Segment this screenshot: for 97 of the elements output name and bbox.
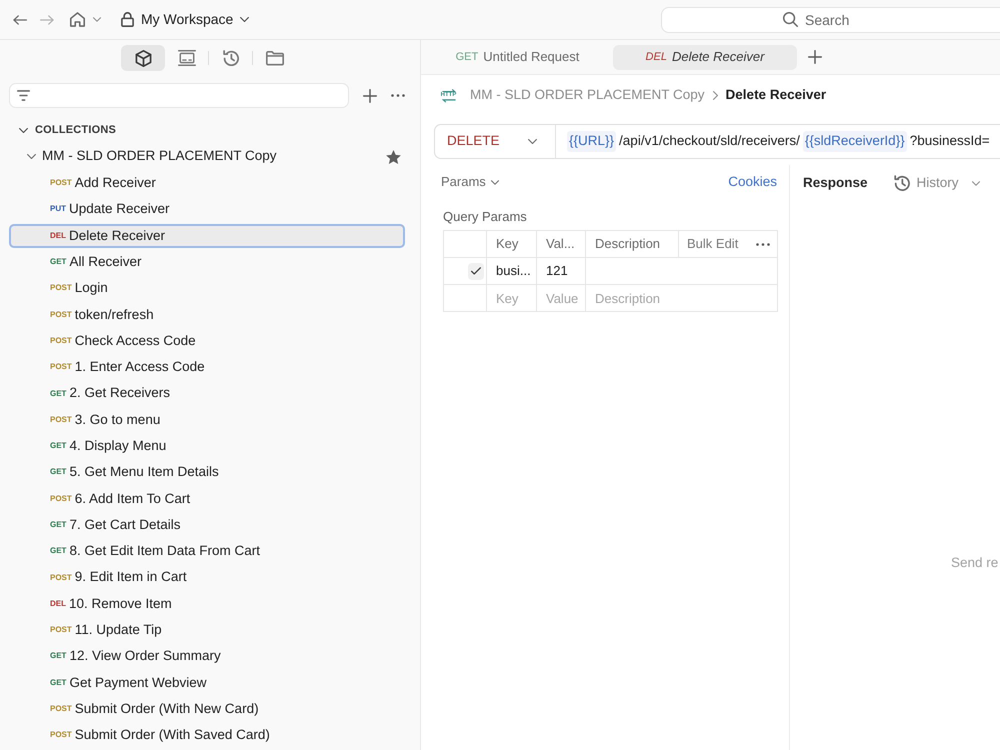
cookies-link[interactable]: Cookies: [728, 172, 777, 192]
method-label: POST: [50, 363, 72, 372]
method-label: GET: [50, 258, 66, 266]
method-label: DEL: [646, 50, 667, 65]
checkbox[interactable]: [468, 262, 484, 280]
request-tab[interactable]: GET Untitled Request: [429, 44, 606, 70]
method-text: DELETE: [447, 132, 500, 150]
method-label: GET: [50, 652, 66, 660]
method-label: GET: [456, 50, 478, 65]
search-field[interactable]: Search: [661, 6, 1000, 32]
request-item[interactable]: POST 3. Go to menu: [9, 408, 405, 432]
column-header: Description: [595, 235, 660, 254]
method-label: POST: [50, 494, 72, 503]
folder-icon[interactable]: [266, 50, 284, 66]
request-title: Delete Receiver: [726, 86, 826, 104]
chevron-down-icon[interactable]: [27, 154, 36, 159]
chevron-right-icon: [712, 91, 718, 100]
request-item[interactable]: GET All Receiver: [9, 250, 405, 274]
request-item[interactable]: POST Login: [9, 276, 405, 300]
lock-icon: [121, 12, 134, 27]
empty-state-text: Send re: [951, 555, 998, 570]
url-text: ?businessId=: [910, 132, 990, 150]
ellipsis-icon[interactable]: [391, 94, 405, 97]
cube-icon[interactable]: [134, 50, 152, 66]
request-item[interactable]: DEL 10. Remove Item: [9, 592, 405, 616]
column-header: Val...: [546, 235, 575, 254]
method-label: GET: [50, 390, 66, 398]
url-text: /api/v1/checkout/sld/receivers/: [619, 132, 800, 150]
ellipsis-icon[interactable]: [756, 242, 770, 246]
method-label: POST: [50, 284, 72, 292]
filter-field[interactable]: [9, 83, 349, 108]
back-arrow-icon[interactable]: [13, 14, 27, 24]
check-icon: [471, 267, 481, 275]
value-input[interactable]: Value: [537, 285, 585, 311]
key-input[interactable]: Key: [487, 285, 536, 311]
plus-icon[interactable]: [363, 88, 377, 102]
chevron-down-icon: [240, 17, 250, 22]
params-menu[interactable]: Params: [441, 172, 499, 192]
url-variable[interactable]: {{sldReceiverId}}: [802, 131, 907, 152]
method-label: GET: [50, 678, 66, 687]
method-label: POST: [50, 179, 72, 188]
request-item[interactable]: GET Get Payment Webview: [9, 670, 405, 695]
request-item[interactable]: POST Submit Order (With Saved Card): [9, 723, 405, 748]
method-label: DEL: [50, 232, 66, 240]
chevron-down-icon: [490, 180, 499, 184]
request-item[interactable]: GET 2. Get Receivers: [9, 382, 405, 406]
response-heading: Response: [803, 174, 868, 192]
method-label: POST: [50, 336, 72, 345]
request-item[interactable]: DEL Delete Receiver: [9, 224, 405, 248]
request-item[interactable]: POST Submit Order (With New Card): [9, 697, 405, 722]
url-bar[interactable]: DELETE {{URL}} /api/v1/checkout/sld/receivers/ {{sldReceiverId}} ?businessId=: [434, 124, 1000, 159]
method-label: POST: [50, 705, 72, 714]
method-label: PUT: [50, 205, 66, 214]
request-item[interactable]: POST Check Access Code: [9, 328, 405, 353]
chevron-down-icon: [528, 139, 537, 144]
method-label: POST: [50, 310, 72, 319]
method-label: POST: [50, 416, 72, 424]
url-variable[interactable]: {{URL}}: [567, 131, 616, 152]
request-item[interactable]: POST token/refresh: [9, 302, 405, 327]
request-item[interactable]: POST 6. Add Item To Cart: [9, 486, 405, 511]
section-label: Query Params: [442, 209, 528, 225]
search-icon: [783, 12, 798, 26]
plus-icon[interactable]: [808, 50, 822, 64]
method-label: GET: [50, 468, 66, 476]
workspace-selector[interactable]: My Workspace: [121, 9, 250, 30]
request-item[interactable]: GET 7. Get Cart Details: [9, 513, 405, 537]
view-tab[interactable]: [121, 45, 165, 71]
column-header: Key: [496, 235, 518, 254]
history-icon[interactable]: [222, 50, 240, 66]
request-tab[interactable]: DEL Delete Receiver: [613, 44, 797, 70]
method-label: POST: [50, 731, 72, 740]
filter-icon: [17, 90, 30, 101]
request-item[interactable]: PUT Update Receiver: [9, 197, 405, 222]
request-item[interactable]: GET 12. View Order Summary: [9, 644, 405, 668]
star-icon[interactable]: [386, 150, 401, 164]
history-icon: [894, 175, 910, 191]
collection-name[interactable]: MM - SLD ORDER PLACEMENT Copy: [42, 146, 277, 167]
request-item[interactable]: GET 5. Get Menu Item Details: [9, 460, 405, 484]
chevron-down-icon: [972, 180, 980, 186]
description-input[interactable]: Description: [586, 285, 777, 311]
request-item[interactable]: GET 4. Display Menu: [9, 434, 405, 458]
method-label: DEL: [50, 600, 66, 608]
method-label: GET: [50, 547, 66, 556]
request-item[interactable]: POST Add Receiver: [9, 171, 405, 196]
request-item[interactable]: GET 8. Get Edit Item Data From Cart: [9, 539, 405, 564]
request-item[interactable]: POST 11. Update Tip: [9, 618, 405, 642]
method-label: POST: [50, 626, 72, 634]
chevron-down-icon[interactable]: [19, 128, 28, 132]
method-label: GET: [50, 442, 66, 450]
section-heading: COLLECTIONS: [35, 122, 116, 138]
home-icon[interactable]: [70, 12, 85, 27]
method-select[interactable]: DELETE: [435, 125, 556, 158]
request-item[interactable]: POST 1. Enter Access Code: [9, 355, 405, 380]
method-label: POST: [50, 574, 72, 582]
request-item[interactable]: POST 9. Edit Item in Cart: [9, 566, 405, 590]
panel-icon[interactable]: [178, 50, 196, 66]
method-label: GET: [50, 521, 66, 529]
